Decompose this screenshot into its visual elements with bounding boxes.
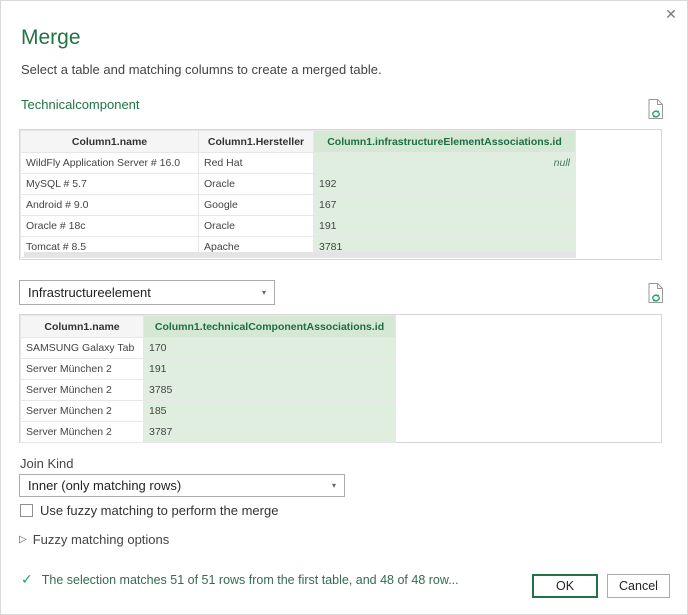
table-cell[interactable]: Oracle (199, 216, 314, 237)
table1-label: Technicalcomponent (21, 97, 140, 112)
checkmark-icon: ✓ (21, 572, 33, 589)
status-row: ✓ The selection matches 51 of 51 rows fr… (21, 572, 459, 589)
table-cell[interactable]: Server München 2 (21, 380, 144, 401)
refresh-preview-icon[interactable] (647, 98, 665, 120)
table2-header-technical-assoc-id[interactable]: Column1.technicalComponentAssociations.i… (144, 316, 396, 338)
table2-selector-value: Infrastructureelement (28, 285, 151, 300)
join-kind-label: Join Kind (20, 456, 73, 471)
table-cell[interactable]: 3785 (144, 380, 396, 401)
table-cell[interactable]: Oracle (199, 174, 314, 195)
cancel-button[interactable]: Cancel (607, 574, 670, 598)
refresh-preview-icon[interactable] (647, 282, 665, 304)
fuzzy-matching-checkbox-row[interactable]: Use fuzzy matching to perform the merge (20, 503, 278, 518)
table-row: Oracle # 18c Oracle 191 (21, 216, 576, 237)
table-cell[interactable]: Server München 2 (21, 359, 144, 380)
table-cell[interactable]: Google (199, 195, 314, 216)
table-cell[interactable]: 191 (144, 359, 396, 380)
table1-header-name[interactable]: Column1.name (21, 131, 199, 153)
table-cell[interactable]: 170 (144, 338, 396, 359)
table-cell[interactable]: 185 (144, 401, 396, 422)
table-cell[interactable]: WildFly Application Server # 16.0 (21, 153, 199, 174)
table1-header-hersteller[interactable]: Column1.Hersteller (199, 131, 314, 153)
table-row: Android # 9.0 Google 167 (21, 195, 576, 216)
table-cell[interactable]: Server München 2 (21, 401, 144, 422)
table1-header-infrastructure-assoc-id[interactable]: Column1.infrastructureElementAssociation… (314, 131, 576, 153)
table-row: SAMSUNG Galaxy Tab 170 (21, 338, 396, 359)
table2: Column1.name Column1.technicalComponentA… (20, 315, 396, 443)
table-row: Server München 2 3787 (21, 422, 396, 443)
table-cell[interactable]: 167 (314, 195, 576, 216)
table-cell[interactable]: 192 (314, 174, 576, 195)
fuzzy-options-expander[interactable]: ▷ Fuzzy matching options (19, 532, 169, 547)
dialog-subtitle: Select a table and matching columns to c… (21, 62, 382, 77)
table-cell[interactable]: Oracle # 18c (21, 216, 199, 237)
table2-header-name[interactable]: Column1.name (21, 316, 144, 338)
table-row: Server München 2 191 (21, 359, 396, 380)
table-cell[interactable]: MySQL # 5.7 (21, 174, 199, 195)
table-row: MySQL # 5.7 Oracle 192 (21, 174, 576, 195)
fuzzy-options-label: Fuzzy matching options (33, 532, 170, 547)
fuzzy-matching-checkbox[interactable] (20, 504, 33, 517)
table1-container: Column1.name Column1.Hersteller Column1.… (19, 129, 662, 260)
table2-container: Column1.name Column1.technicalComponentA… (19, 314, 662, 443)
table2-selector-dropdown[interactable]: Infrastructureelement ▾ (19, 280, 275, 305)
table-cell[interactable]: Android # 9.0 (21, 195, 199, 216)
expander-collapsed-icon: ▷ (19, 534, 27, 545)
horizontal-scrollbar[interactable] (24, 252, 576, 257)
table1: Column1.name Column1.Hersteller Column1.… (20, 130, 576, 258)
ok-button[interactable]: OK (532, 574, 598, 598)
table2-header-row: Column1.name Column1.technicalComponentA… (21, 316, 396, 338)
table1-header-row: Column1.name Column1.Hersteller Column1.… (21, 131, 576, 153)
join-kind-value: Inner (only matching rows) (28, 478, 181, 493)
chevron-down-icon: ▾ (262, 289, 266, 297)
table-cell[interactable]: SAMSUNG Galaxy Tab (21, 338, 144, 359)
status-message: The selection matches 51 of 51 rows from… (42, 572, 459, 589)
table-row: Server München 2 3785 (21, 380, 396, 401)
table-cell[interactable]: Red Hat (199, 153, 314, 174)
table-cell-null[interactable]: null (314, 153, 576, 174)
table-cell[interactable]: Server München 2 (21, 422, 144, 443)
close-icon[interactable]: ✕ (660, 4, 682, 26)
join-kind-dropdown[interactable]: Inner (only matching rows) ▾ (19, 474, 345, 497)
table-cell[interactable]: 191 (314, 216, 576, 237)
merge-dialog: { "window": { "close_icon": "✕" }, "head… (0, 0, 688, 615)
chevron-down-icon: ▾ (332, 482, 336, 490)
table-cell[interactable]: 3787 (144, 422, 396, 443)
table-row: Server München 2 185 (21, 401, 396, 422)
fuzzy-matching-checkbox-label[interactable]: Use fuzzy matching to perform the merge (40, 503, 278, 518)
table-row: WildFly Application Server # 16.0 Red Ha… (21, 153, 576, 174)
dialog-title: Merge (21, 26, 81, 50)
